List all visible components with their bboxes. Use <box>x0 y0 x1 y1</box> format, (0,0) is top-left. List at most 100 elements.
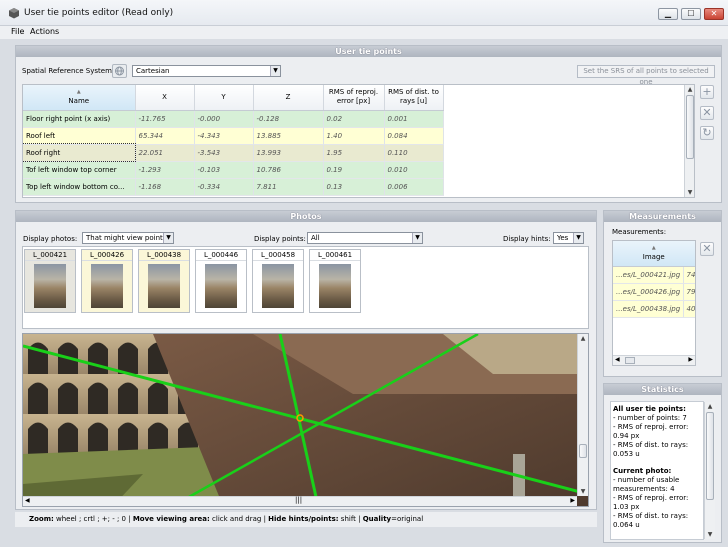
value-cell: 40 <box>683 300 695 318</box>
scroll-up-icon[interactable]: ▲ <box>685 85 694 94</box>
rms-u-cell: 0.110 <box>384 144 444 162</box>
name-cell: Floor right point (x axis) <box>23 110 136 128</box>
display-photos-select[interactable]: That might view point ▼ <box>82 232 174 244</box>
tiepoints-vscroll[interactable]: ▲ ▼ <box>684 85 694 197</box>
column-header-image[interactable]: ▲ Image <box>613 241 695 267</box>
stats-line: 1.03 px <box>613 503 640 511</box>
minimize-button[interactable]: ▁ <box>658 8 678 20</box>
photo-thumbnail[interactable]: L_000446 <box>195 249 247 313</box>
srs-label: Spatial Reference System <box>22 67 112 75</box>
table-row[interactable]: Top left window bottom co... -1.168 -0.334… <box>23 178 444 196</box>
measurements-hscroll[interactable]: ◀ ▶ <box>613 355 695 365</box>
list-item[interactable]: ...es/L_000421.jpg 74 <box>613 266 695 284</box>
column-header-name[interactable]: ▲ Name <box>23 85 136 111</box>
viewer-vscroll[interactable]: ▲ ▼ <box>577 334 588 496</box>
plus-icon[interactable]: + <box>700 85 714 99</box>
column-header-y[interactable]: Y <box>194 85 254 111</box>
display-points-select[interactable]: All ▼ <box>307 232 423 244</box>
list-item[interactable]: ...es/L_000426.jpg 79 <box>613 283 695 301</box>
column-header-z[interactable]: Z <box>253 85 324 111</box>
tiepoints-table-container: ▲ Name X Y Z RMS of reproj. error [px] RM… <box>22 84 695 198</box>
photo-thumbnail[interactable]: L_000461 <box>309 249 361 313</box>
column-header-x[interactable]: X <box>135 85 195 111</box>
x-cell: 22.051 <box>135 144 195 162</box>
thumbnail-label: L_000446 <box>196 250 246 261</box>
chevron-down-icon: ▼ <box>163 233 173 243</box>
x-icon[interactable]: ✕ <box>700 106 714 120</box>
scroll-up-icon[interactable]: ▲ <box>705 402 715 411</box>
stats-line: 0.064 u <box>613 521 640 529</box>
scroll-thumb[interactable]: ||| <box>295 496 302 504</box>
z-cell: 7.811 <box>253 178 324 196</box>
table-row[interactable]: Roof left 65.344 -4.343 13.885 1.40 0.084 <box>23 127 444 145</box>
stats-line: - RMS of dist. to rays: <box>613 441 689 449</box>
scroll-right-icon[interactable]: ▶ <box>688 356 693 363</box>
image-cell: ...es/L_000438.jpg <box>613 300 684 318</box>
stats-line: measurements: 4 <box>613 485 675 493</box>
rms-u-cell: 0.010 <box>384 161 444 179</box>
photo-thumbnail[interactable]: L_000421 <box>24 249 76 313</box>
stats-line: - number of points: 7 <box>613 414 687 422</box>
display-photos-value: That might view point <box>86 234 163 242</box>
stats-line: - RMS of reproj. error: <box>613 423 689 431</box>
scroll-up-icon[interactable]: ▲ <box>578 334 588 343</box>
table-row[interactable]: Tof left window top corner -1.293 -0.103 10… <box>23 161 444 179</box>
x-cell: -1.293 <box>135 161 195 179</box>
menu-file[interactable]: File <box>11 27 24 36</box>
stats-all-heading: All user tie points: <box>613 405 686 413</box>
photo-thumbnail[interactable]: L_000438 <box>138 249 190 313</box>
display-hints-value: Yes <box>557 234 569 242</box>
y-cell: -0.000 <box>194 110 254 128</box>
scroll-thumb[interactable] <box>625 357 635 364</box>
scroll-down-icon[interactable]: ▼ <box>578 487 588 496</box>
photo-thumbnail[interactable]: L_000458 <box>252 249 304 313</box>
scroll-thumb[interactable] <box>579 444 587 458</box>
rms-px-cell: 0.13 <box>323 178 385 196</box>
table-row[interactable]: Floor right point (x axis) -11.765 -0.000-… <box>23 110 444 128</box>
display-hints-select[interactable]: Yes ▼ <box>553 232 584 244</box>
srs-select[interactable]: Cartesian ▼ <box>132 65 281 77</box>
thumbnail-image <box>148 264 180 308</box>
scroll-thumb[interactable] <box>686 95 694 159</box>
image-cell: ...es/L_000421.jpg <box>613 266 684 284</box>
scroll-thumb[interactable] <box>706 412 714 500</box>
display-hints-label: Display hints: <box>503 235 551 243</box>
measurements-label: Measurements: <box>612 228 667 236</box>
maximize-button[interactable]: ☐ <box>681 8 701 20</box>
delete-measurement-icon[interactable]: ✕ <box>700 242 714 256</box>
table-row[interactable]: Roof right 22.051 -3.543 13.993 1.95 0.110 <box>23 143 444 162</box>
y-cell: -3.543 <box>194 144 254 162</box>
stats-current-heading: Current photo: <box>613 467 672 475</box>
column-header-rms-u[interactable]: RMS of dist. to rays [u] <box>384 85 444 111</box>
x-cell: -1.168 <box>135 178 195 196</box>
cube-icon <box>8 7 20 19</box>
thumbnail-image <box>205 264 237 308</box>
thumbnail-image <box>262 264 294 308</box>
statistics-panel-title: Statistics <box>604 384 721 395</box>
photos-panel-title: Photos <box>16 211 596 222</box>
z-cell: -0.128 <box>253 110 324 128</box>
scroll-right-icon[interactable]: ▶ <box>570 497 575 504</box>
scroll-down-icon[interactable]: ▼ <box>705 530 715 539</box>
scroll-down-icon[interactable]: ▼ <box>685 188 694 197</box>
refresh-icon[interactable]: ↻ <box>700 126 714 140</box>
globe-icon[interactable] <box>112 64 127 78</box>
photo-canvas[interactable] <box>23 334 588 506</box>
list-item[interactable]: ...es/L_000438.jpg 40 <box>613 300 695 318</box>
viewer-hscroll[interactable]: ◀ ||| ▶ <box>23 496 577 506</box>
close-button[interactable]: ✕ <box>704 8 724 20</box>
zoom-label: Zoom: <box>29 515 54 523</box>
hide-label: Hide hints/points: <box>268 515 339 523</box>
scroll-left-icon[interactable]: ◀ <box>25 497 30 504</box>
value-cell: 74 <box>683 266 695 284</box>
name-cell: Tof left window top corner <box>23 161 136 179</box>
photo-thumbnail[interactable]: L_000426 <box>81 249 133 313</box>
menu-actions[interactable]: Actions <box>30 27 59 36</box>
set-srs-button[interactable]: Set the SRS of all points to selected on… <box>577 65 715 86</box>
scroll-left-icon[interactable]: ◀ <box>615 356 620 363</box>
z-cell: 13.993 <box>253 144 324 162</box>
y-cell: -0.334 <box>194 178 254 196</box>
column-header-rms-px[interactable]: RMS of reproj. error [px] <box>323 85 385 111</box>
image-viewer[interactable]: ▲ ▼ ◀ ||| ▶ <box>22 333 589 507</box>
statistics-vscroll[interactable]: ▲ ▼ <box>704 402 715 539</box>
